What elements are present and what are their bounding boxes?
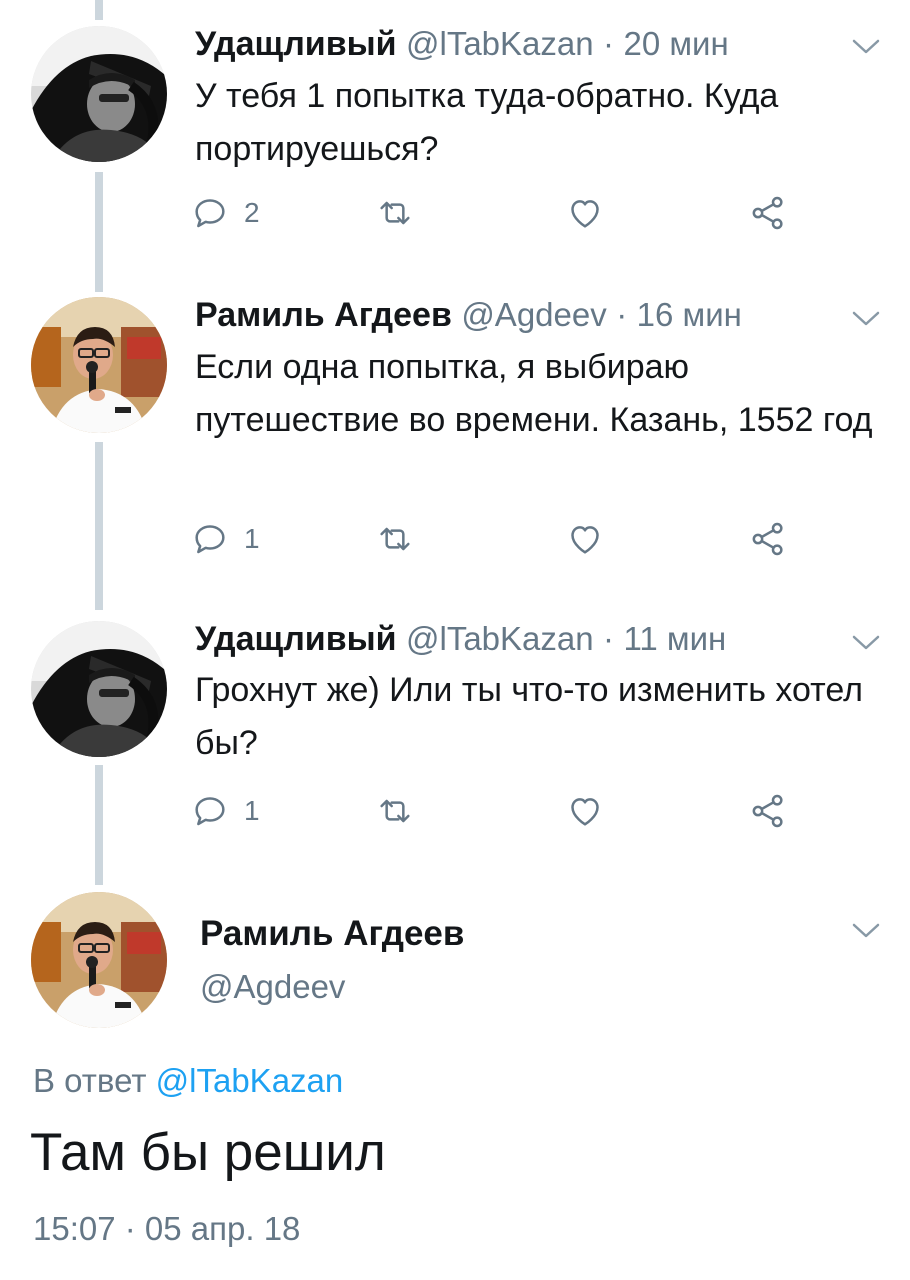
author-handle[interactable]: @lTabKazan bbox=[406, 25, 594, 62]
author-name[interactable]: Удащливый bbox=[195, 620, 397, 658]
share-button[interactable] bbox=[748, 514, 788, 564]
chevron-down-icon[interactable] bbox=[848, 918, 884, 942]
separator-dot: · bbox=[603, 620, 615, 657]
retweet-button[interactable] bbox=[375, 786, 415, 836]
tweet-text: Если одна попытка, я выбираю путешествие… bbox=[195, 348, 873, 439]
tweet-header: Рамиль Агдеев @Agdeev · 16 мин bbox=[195, 293, 742, 337]
reply-context: В ответ @lTabKazan bbox=[33, 1062, 343, 1100]
avatar[interactable] bbox=[31, 297, 167, 433]
heart-icon bbox=[565, 519, 605, 559]
reply-count: 1 bbox=[244, 795, 260, 826]
retweet-button[interactable] bbox=[375, 514, 415, 564]
thread-line bbox=[95, 0, 103, 20]
tweet-header: Удащливый @lTabKazan · 11 мин bbox=[195, 617, 726, 661]
avatar-photo bbox=[31, 297, 167, 433]
author-handle[interactable]: @Agdeev bbox=[200, 968, 345, 1006]
heart-icon bbox=[565, 791, 605, 831]
reply-icon bbox=[190, 193, 230, 233]
avatar[interactable] bbox=[31, 26, 167, 162]
like-button[interactable] bbox=[565, 786, 605, 836]
author-name[interactable]: Рамиль Агдеев bbox=[200, 914, 464, 954]
share-button[interactable] bbox=[748, 786, 788, 836]
reply-button[interactable]: 1 bbox=[190, 786, 260, 836]
reply-prefix: В ответ bbox=[33, 1062, 147, 1099]
avatar-photo bbox=[31, 892, 167, 1028]
thread-line bbox=[95, 442, 103, 610]
reply-button[interactable]: 2 bbox=[190, 188, 260, 238]
share-button[interactable] bbox=[748, 188, 788, 238]
like-button[interactable] bbox=[565, 188, 605, 238]
share-icon bbox=[748, 193, 788, 233]
tweet-actions: 1 bbox=[190, 786, 810, 836]
like-button[interactable] bbox=[565, 514, 605, 564]
author-handle[interactable]: @lTabKazan bbox=[406, 620, 594, 657]
avatar-photo bbox=[31, 26, 167, 162]
tweet-text: Грохнут же) Или ты что-то изменить хотел… bbox=[195, 671, 863, 762]
author-name[interactable]: Рамиль Агдеев bbox=[195, 296, 452, 334]
tweet-text: Там бы решил bbox=[30, 1123, 386, 1182]
reply-icon bbox=[190, 519, 230, 559]
retweet-icon bbox=[375, 193, 415, 233]
tweet-timestamp[interactable]: 15:07 · 05 апр. 18 bbox=[33, 1210, 300, 1248]
retweet-button[interactable] bbox=[375, 188, 415, 238]
reply-count: 2 bbox=[244, 197, 260, 228]
retweet-icon bbox=[375, 519, 415, 559]
reply-button[interactable]: 1 bbox=[190, 514, 260, 564]
avatar-photo bbox=[31, 621, 167, 757]
separator-dot: · bbox=[616, 296, 628, 333]
author-handle[interactable]: @Agdeev bbox=[461, 296, 606, 333]
chevron-down-icon[interactable] bbox=[848, 306, 884, 330]
author-name[interactable]: Удащливый bbox=[195, 25, 397, 63]
separator-dot: · bbox=[603, 25, 615, 62]
tweet-header: Удащливый @lTabKazan · 20 мин bbox=[195, 22, 729, 66]
tweet-time[interactable]: 20 мин bbox=[624, 25, 729, 62]
thread-line bbox=[95, 765, 103, 885]
heart-icon bbox=[565, 193, 605, 233]
tweet-time[interactable]: 16 мин bbox=[637, 296, 742, 333]
tweet-time[interactable]: 11 мин bbox=[624, 620, 727, 657]
chevron-down-icon[interactable] bbox=[848, 34, 884, 58]
chevron-down-icon[interactable] bbox=[848, 630, 884, 654]
reply-icon bbox=[190, 791, 230, 831]
reply-mention-link[interactable]: @lTabKazan bbox=[156, 1062, 344, 1099]
avatar[interactable] bbox=[31, 892, 167, 1028]
share-icon bbox=[748, 791, 788, 831]
avatar[interactable] bbox=[31, 621, 167, 757]
thread-line bbox=[95, 172, 103, 292]
tweet-text: У тебя 1 попытка туда-обратно. Куда порт… bbox=[195, 77, 779, 168]
reply-count: 1 bbox=[244, 523, 260, 554]
tweet-actions: 1 bbox=[190, 514, 810, 564]
share-icon bbox=[748, 519, 788, 559]
tweet-actions: 2 bbox=[190, 188, 810, 238]
retweet-icon bbox=[375, 791, 415, 831]
